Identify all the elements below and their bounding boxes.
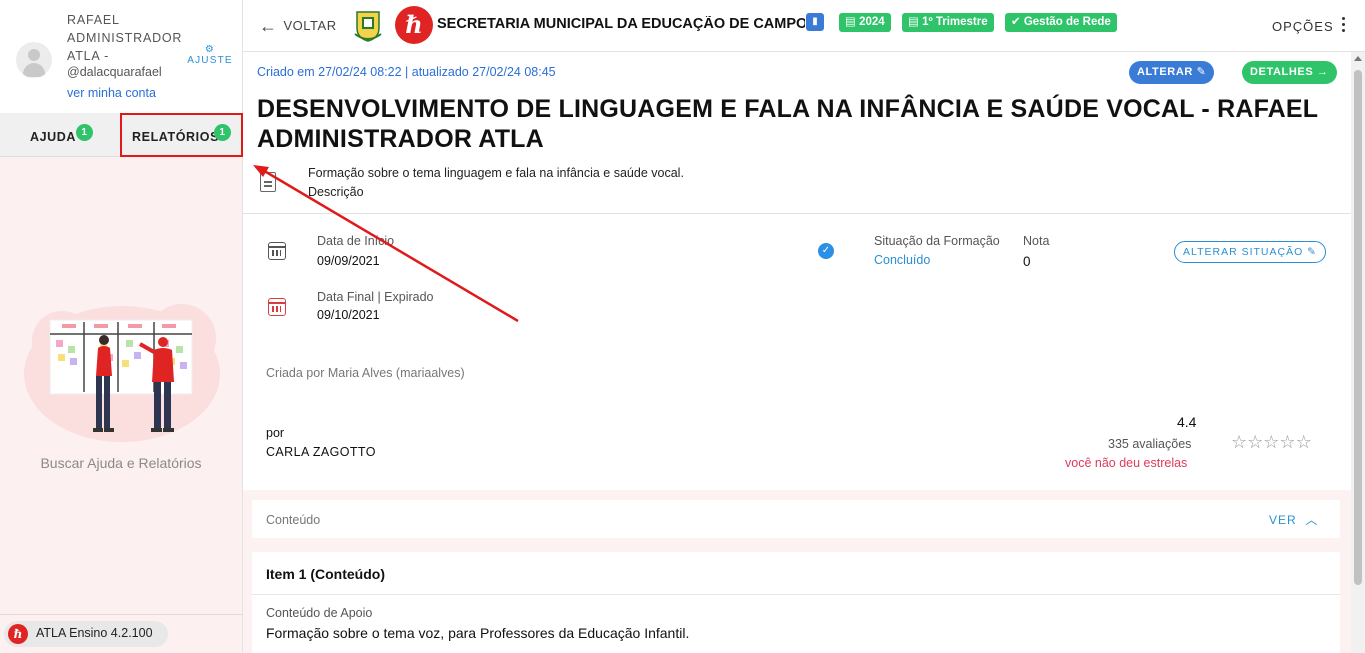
chart-icon[interactable]: ▮ xyxy=(806,13,824,31)
document-icon xyxy=(260,172,276,192)
help-text: Buscar Ajuda e Relatórios xyxy=(40,455,202,471)
created-info: Criado em 27/02/24 08:22 | atualizado 27… xyxy=(257,65,556,79)
arrow-left-icon: ← xyxy=(259,16,278,36)
content-section-header[interactable]: Conteúdo VER ︿ xyxy=(252,500,1340,538)
divider xyxy=(243,213,1351,214)
back-button[interactable]: ← VOLTAR xyxy=(259,16,337,37)
arrow-right-icon: → xyxy=(1316,66,1329,78)
tab-help[interactable]: AJUDA 1 xyxy=(0,113,118,157)
alter-situation-label: ALTERAR SITUAÇÃO xyxy=(1183,246,1304,258)
rating-user-status: você não deu estrelas xyxy=(1065,456,1188,470)
alter-button[interactable]: ALTERAR ✎ xyxy=(1129,61,1215,84)
tab-reports-badge: 1 xyxy=(214,124,231,141)
toggle-label: VER xyxy=(1269,513,1297,527)
support-label: Conteúdo de Apoio xyxy=(266,606,373,620)
back-label: VOLTAR xyxy=(283,18,337,33)
my-account-link[interactable]: ver minha conta xyxy=(67,86,156,100)
tab-help-label: AJUDA xyxy=(30,130,77,144)
calendar-icon: ▤ xyxy=(845,16,860,28)
scroll-up-icon[interactable] xyxy=(1354,56,1362,61)
by-label: por xyxy=(266,426,285,440)
star-icon[interactable]: ☆ xyxy=(1247,432,1263,452)
calendar-icon xyxy=(267,242,286,260)
description-label: Descrição xyxy=(308,185,364,199)
scrollbar-thumb[interactable] xyxy=(1354,70,1362,585)
page-title: DESENVOLVIMENTO DE LINGUAGEM E FALA NA I… xyxy=(257,95,1318,153)
start-date-value: 09/09/2021 xyxy=(317,254,380,268)
situation-value: Concluído xyxy=(874,253,931,267)
end-date-value: 09/10/2021 xyxy=(317,308,380,322)
options-label[interactable]: OPÇÕES xyxy=(1272,19,1334,34)
check-circle-icon: ✓ xyxy=(818,243,834,259)
check-circle-icon: ✔ xyxy=(1011,16,1024,28)
content-item-card: Item 1 (Conteúdo) Conteúdo de Apoio Form… xyxy=(252,552,1340,653)
tab-reports[interactable]: RELATÓRIOS 1 xyxy=(118,113,242,157)
details-button[interactable]: DETALHES → xyxy=(1242,61,1337,84)
end-date-label: Data Final | Expirado xyxy=(317,290,434,304)
details-label: DETALHES xyxy=(1250,66,1314,78)
start-date-label: Data de Início xyxy=(317,234,395,248)
year-chip[interactable]: ▤ 2024 xyxy=(839,13,891,32)
gear-icon: ⚙ xyxy=(204,44,216,55)
edit-icon: ✎ xyxy=(1196,66,1207,78)
grade-label: Nota xyxy=(1023,234,1050,248)
version-text: ATLA Ensino 4.2.100 xyxy=(36,626,153,640)
toggle-content-button[interactable]: VER ︿ xyxy=(1269,511,1318,528)
rating-value: 4.4 xyxy=(1177,414,1197,430)
description-text: Formação sobre o tema linguagem e fala n… xyxy=(308,166,684,180)
rating-count: 335 avaliações xyxy=(1108,437,1192,451)
user-handle: @dalacquarafael xyxy=(67,65,162,79)
support-value: Formação sobre o tema voz, para Professo… xyxy=(266,625,690,641)
situation-label: Situação da Formação xyxy=(874,234,1000,248)
version-badge[interactable]: ℏ ATLA Ensino 4.2.100 xyxy=(4,621,168,647)
atla-logo-icon: ℏ xyxy=(395,6,433,44)
star-icon[interactable]: ☆ xyxy=(1263,432,1279,452)
star-rating[interactable]: ☆☆☆☆☆ xyxy=(1231,432,1312,453)
divider xyxy=(0,614,242,615)
author-name: CARLA ZAGOTTO xyxy=(266,445,376,459)
avatar[interactable] xyxy=(16,42,52,78)
item-title: Item 1 (Conteúdo) xyxy=(266,566,385,582)
gestao-label: Gestão de Rede xyxy=(1023,16,1111,28)
star-icon[interactable]: ☆ xyxy=(1279,432,1295,452)
tab-help-badge: 1 xyxy=(76,124,93,141)
secretaria-title: SECRETARIA MUNICIPAL DA EDUCAÇÃO DE CAMP… xyxy=(437,16,805,32)
settings-button[interactable]: ⚙ AJUSTE xyxy=(186,44,234,66)
content-section-label: Conteúdo xyxy=(266,513,321,527)
gestao-chip[interactable]: ✔ Gestão de Rede xyxy=(1005,13,1117,32)
header: ← VOLTAR ℏ SECRETARIA MUNICIPAL DA EDUCAÇ… xyxy=(243,0,1365,52)
scrollbar[interactable] xyxy=(1351,52,1365,653)
trimestre-label: 1º Trimestre xyxy=(922,16,988,28)
chevron-up-icon: ︿ xyxy=(1305,513,1319,527)
trimestre-chip[interactable]: ▤ 1º Trimestre xyxy=(902,13,994,32)
calendar-expired-icon xyxy=(267,298,286,316)
alter-label: ALTERAR xyxy=(1137,66,1193,78)
atla-logo-icon: ℏ xyxy=(8,624,28,644)
calendar-icon: ▤ xyxy=(908,16,923,28)
more-vert-icon[interactable] xyxy=(1340,17,1346,35)
edit-icon: ✎ xyxy=(1307,246,1317,258)
year-label: 2024 xyxy=(859,16,885,28)
sidebar-tabs: AJUDA 1 RELATÓRIOS 1 xyxy=(0,113,242,157)
help-illustration xyxy=(24,304,220,442)
divider xyxy=(252,594,1340,595)
star-icon[interactable]: ☆ xyxy=(1296,432,1312,452)
tab-reports-label: RELATÓRIOS xyxy=(132,130,220,144)
settings-label: AJUSTE xyxy=(187,55,233,66)
star-icon[interactable]: ☆ xyxy=(1231,432,1247,452)
grade-value: 0 xyxy=(1023,254,1031,269)
user-panel: RAFAEL ADMINISTRADOR ATLA - @dalacquaraf… xyxy=(0,0,242,113)
alter-situation-button[interactable]: ALTERAR SITUAÇÃO ✎ xyxy=(1174,241,1326,263)
coat-of-arms-icon xyxy=(354,11,382,42)
main-content: Criado em 27/02/24 08:22 | atualizado 27… xyxy=(243,52,1351,653)
sidebar: RAFAEL ADMINISTRADOR ATLA - @dalacquaraf… xyxy=(0,0,243,653)
created-by: Criada por Maria Alves (mariaalves) xyxy=(266,366,465,380)
user-name: RAFAEL ADMINISTRADOR ATLA - xyxy=(67,13,183,63)
